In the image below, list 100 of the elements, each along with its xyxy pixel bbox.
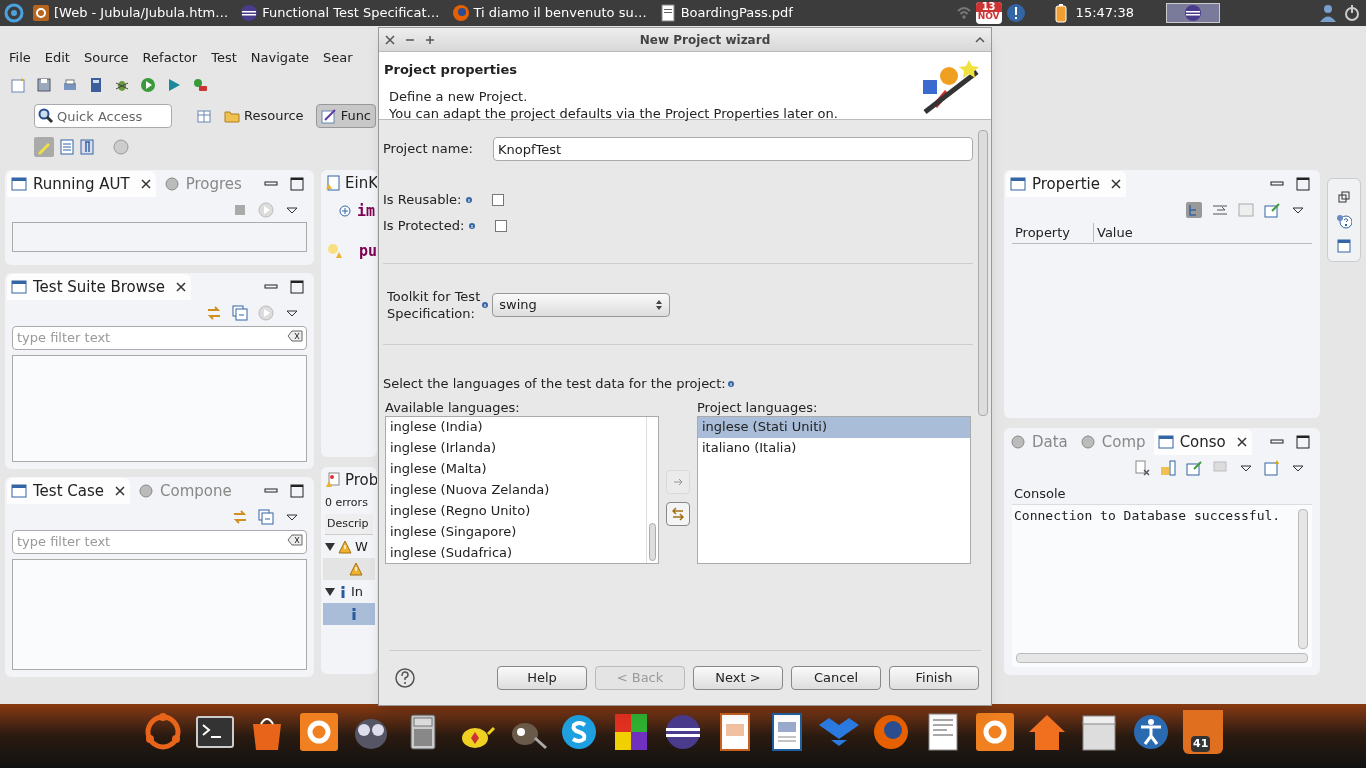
home-icon[interactable] [1027, 712, 1067, 752]
menu-item[interactable]: Test [211, 48, 237, 68]
view-tab[interactable]: Test Suite Browse [7, 274, 191, 300]
menu-item[interactable]: Sear [323, 48, 353, 68]
spinner-icon [655, 299, 664, 311]
close-icon[interactable] [175, 281, 187, 293]
tree-row[interactable]: W [323, 535, 375, 558]
dialog-button[interactable]: Cancel [791, 666, 881, 690]
dialog-button[interactable]: Next > [693, 666, 783, 690]
expanded-icon[interactable] [325, 541, 335, 552]
maximize-icon[interactable] [290, 177, 304, 191]
document-icon [658, 4, 677, 22]
dialog-button[interactable]: Help [497, 666, 587, 690]
expand-icon[interactable] [339, 205, 351, 217]
menu-item[interactable]: Refactor [142, 48, 198, 68]
save-icon[interactable] [36, 77, 52, 93]
list-item[interactable]: italiano (Italia) [698, 437, 970, 459]
view-icon [1010, 176, 1026, 192]
filter-field[interactable]: type filter text [12, 529, 307, 554]
code-line: pu [359, 240, 377, 262]
view-tab[interactable]: Conso [1153, 429, 1252, 455]
menu-item[interactable]: File [9, 48, 31, 68]
view-tab[interactable]: Running AUT [7, 171, 156, 197]
trash-icon[interactable]: 41 [1183, 710, 1223, 754]
workspace-switcher[interactable] [1166, 3, 1220, 23]
info-icon[interactable] [1005, 3, 1026, 23]
taskbar-item[interactable]: Ti diamo il benvenuto su… [447, 3, 651, 23]
play-icon[interactable] [166, 77, 182, 93]
field-label: Toolkit for Test Specification: [386, 288, 481, 322]
clear-console-icon[interactable] [1134, 460, 1150, 476]
power-icon[interactable] [1342, 3, 1362, 23]
taskbar-item[interactable]: Functional Test Specificat… [236, 3, 444, 23]
taskbar-item[interactable]: BoardingPass.pdf [654, 3, 797, 23]
help-icon[interactable] [1336, 213, 1352, 229]
maximize-icon[interactable] [1296, 177, 1310, 191]
maximize-icon[interactable] [290, 280, 304, 294]
horizontal-scrollbar[interactable] [1016, 653, 1308, 663]
list-item[interactable]: inglese (Singapore) [386, 521, 646, 543]
problems-tab[interactable]: Prob [321, 467, 377, 493]
list-item[interactable]: inglese (Irlanda) [386, 437, 646, 459]
accessibility-icon[interactable] [1131, 712, 1171, 752]
view-tab[interactable]: Propertie [1006, 171, 1126, 197]
clear-icon[interactable] [287, 330, 303, 342]
pin-icon[interactable] [1186, 460, 1202, 476]
collapse-icon[interactable] [258, 509, 274, 525]
checkbox[interactable] [495, 220, 508, 232]
close-icon[interactable] [1235, 436, 1248, 448]
vertical-scrollbar[interactable] [1298, 508, 1308, 649]
taskbar-item[interactable]: [Web - Jubula/Jubula.htm… [28, 3, 233, 23]
view-icon [138, 483, 154, 499]
run-icon[interactable] [140, 77, 156, 93]
clear-icon[interactable] [287, 534, 303, 546]
view-icon [1010, 434, 1026, 450]
pilcrow-icon[interactable] [80, 139, 94, 155]
close-icon[interactable] [385, 34, 395, 45]
clock[interactable]: 15:47:38 [1071, 3, 1138, 23]
close-icon[interactable] [139, 178, 152, 190]
perspective-tab[interactable]: Resource [220, 104, 308, 128]
restore-icon[interactable] [1338, 191, 1350, 203]
scrollbar-thumb[interactable] [649, 522, 656, 561]
menu-item[interactable]: Navigate [250, 48, 310, 68]
menu-icon[interactable] [4, 3, 24, 23]
maximize-icon[interactable] [290, 484, 304, 498]
view-tab[interactable]: Test Case [7, 478, 130, 504]
filter-field[interactable]: type filter text [12, 325, 307, 350]
list-item[interactable]: inglese (Sudafrica) [386, 542, 646, 563]
list-item[interactable]: inglese (Stati Uniti) [698, 416, 970, 438]
toolkit-dropdown[interactable]: swing [492, 293, 671, 317]
view-icon [11, 279, 27, 295]
gear-icon[interactable] [299, 712, 339, 752]
list-item[interactable]: inglese (India) [386, 416, 646, 438]
help-icon[interactable] [395, 668, 415, 688]
stop-run-icon[interactable] [192, 77, 208, 93]
quick-access-field[interactable]: Quick Access [34, 104, 172, 129]
close-icon[interactable] [114, 485, 126, 497]
collapse-icon[interactable] [975, 34, 985, 45]
expanded-icon[interactable] [325, 586, 335, 597]
file-cabinet-icon[interactable] [1079, 712, 1119, 752]
collapse-icon[interactable] [232, 305, 248, 321]
gear-icon[interactable] [975, 712, 1015, 752]
print-icon[interactable] [62, 77, 78, 93]
info-icon [466, 197, 473, 203]
vertical-scrollbar[interactable] [978, 130, 988, 416]
project-name-field[interactable]: KnopfTest [493, 137, 973, 161]
menu-item[interactable]: Source [83, 48, 129, 68]
maximize-icon[interactable] [1296, 435, 1310, 449]
battery-icon[interactable] [1053, 3, 1068, 23]
checkbox[interactable] [492, 194, 505, 206]
list-item[interactable]: inglese (Regno Unito) [386, 500, 646, 522]
list-item[interactable]: inglese (Malta) [386, 458, 646, 480]
dialog-button[interactable]: Finish [889, 666, 979, 690]
pin-icon[interactable] [1264, 202, 1280, 218]
tree-row[interactable]: In [323, 580, 375, 603]
list-item[interactable]: inglese (Nuova Zelanda) [386, 479, 646, 501]
remove-button[interactable] [666, 501, 690, 526]
window-icon[interactable] [1337, 239, 1351, 253]
user-icon[interactable] [1318, 3, 1338, 23]
close-icon[interactable] [1110, 178, 1122, 190]
perspective-tab[interactable]: Func [315, 104, 377, 128]
menu-item[interactable]: Edit [44, 48, 70, 68]
